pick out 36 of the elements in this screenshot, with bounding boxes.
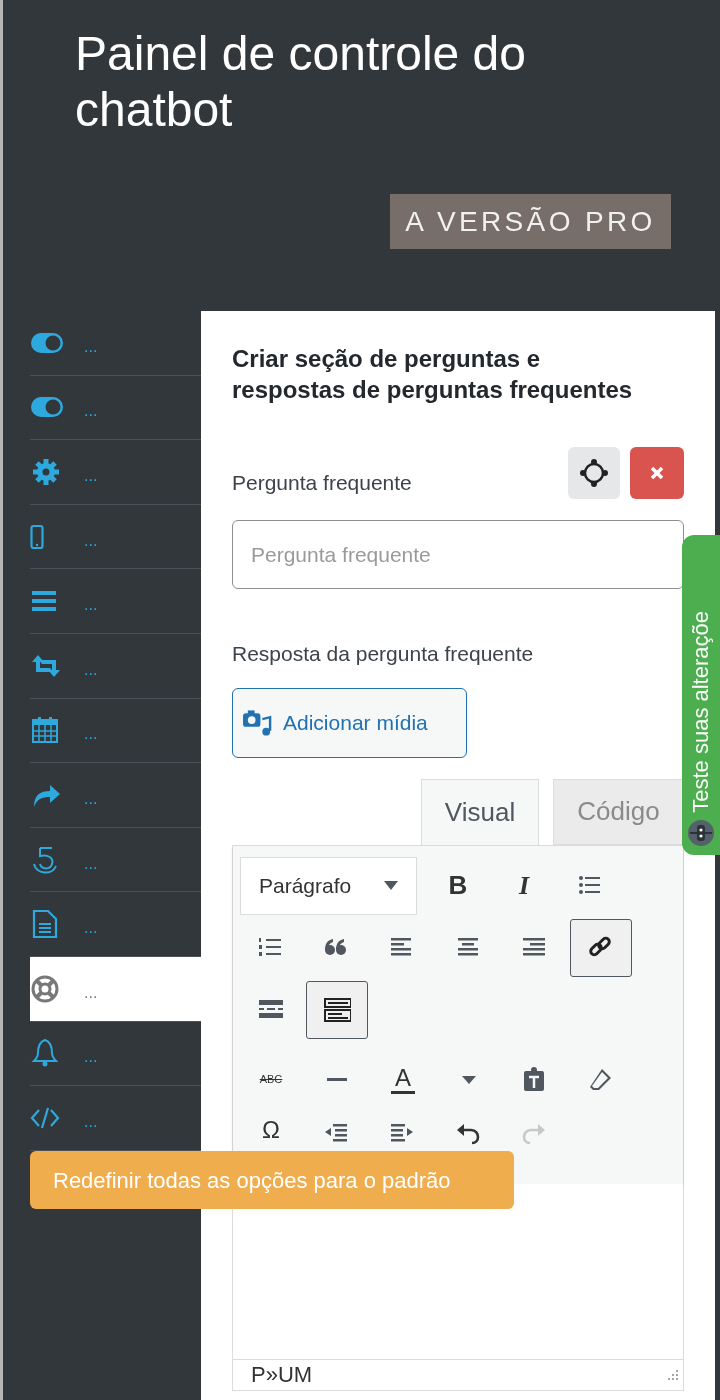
- italic-button[interactable]: I: [493, 856, 555, 915]
- link-button[interactable]: [570, 918, 632, 977]
- page-title: Painel de controle do chatbot: [75, 26, 527, 138]
- pro-version-button[interactable]: A VERSÃO PRO: [390, 194, 671, 249]
- media-icon: [243, 708, 273, 737]
- element-path: P»UM: [251, 1360, 313, 1389]
- text-color-button[interactable]: A: [372, 1050, 434, 1109]
- close-button[interactable]: [630, 447, 684, 499]
- sidebar-item[interactable]: ...: [30, 956, 201, 1022]
- caret-icon: [384, 880, 398, 891]
- bold-button[interactable]: B: [427, 856, 489, 915]
- horizontal-line-icon: [326, 1077, 348, 1082]
- sidebar-item[interactable]: ...: [30, 440, 201, 505]
- strikethrough-button[interactable]: ABC: [240, 1050, 302, 1109]
- sidebar-item[interactable]: ...: [30, 698, 201, 764]
- format-dropdown[interactable]: Parágrafo: [240, 856, 417, 915]
- move-button[interactable]: [568, 447, 620, 499]
- toolbar-toggle-icon: [323, 995, 351, 1024]
- phone-icon: [30, 524, 44, 550]
- field-label: Pergunta frequente: [232, 470, 412, 497]
- test-changes-tab[interactable]: Teste suas alteraçõe: [682, 535, 720, 855]
- field-label: Resposta da pergunta frequente: [232, 641, 535, 667]
- editor-tab[interactable]: Código: [553, 778, 684, 845]
- sidebar-item[interactable]: ...: [30, 311, 201, 376]
- section-heading: Criar seção de perguntas e respostas de perguntas frequentes: [232, 344, 634, 405]
- editor-tab[interactable]: Visual: [421, 778, 539, 845]
- crosshair-icon: [579, 458, 609, 488]
- input-field[interactable]: Pergunta frequente: [232, 520, 684, 589]
- sidebar-item[interactable]: ...: [30, 375, 201, 441]
- special-char-button[interactable]: Ω: [240, 1112, 302, 1149]
- add-media-button[interactable]: Adicionar mídia: [232, 687, 467, 758]
- toolbar-toggle-button[interactable]: [306, 980, 368, 1039]
- robot-icon: [687, 819, 715, 847]
- resize-handle-icon[interactable]: [665, 1367, 679, 1382]
- close-icon: [650, 466, 664, 480]
- caret-icon: [461, 1074, 477, 1085]
